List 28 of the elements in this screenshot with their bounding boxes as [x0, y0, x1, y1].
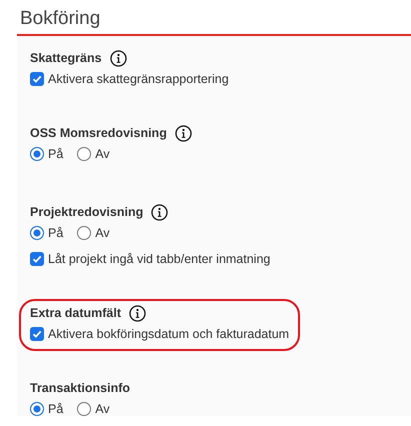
radio-label: Av	[95, 147, 110, 161]
section-heading: Transaktionsinfo	[30, 381, 130, 395]
radio-button[interactable]	[77, 147, 92, 161]
info-icon[interactable]	[110, 50, 127, 66]
section-heading: Projektredovisning	[30, 205, 144, 219]
radio-label: Av	[95, 402, 110, 416]
section-heading: Skattegräns	[30, 51, 102, 65]
radio-button[interactable]	[77, 226, 92, 240]
section-heading: Extra datumfält	[30, 306, 121, 320]
checkbox[interactable]	[30, 72, 44, 86]
radio-label: Av	[95, 226, 110, 240]
radio-label: På	[48, 402, 64, 416]
radio-label: På	[48, 147, 64, 161]
radio-label: På	[48, 226, 64, 240]
checkbox[interactable]	[30, 327, 44, 341]
page-title: Bokföring	[19, 7, 100, 31]
checkbox-label: Aktivera skattegränsrapportering	[48, 72, 229, 86]
info-icon[interactable]	[151, 204, 168, 220]
checkbox[interactable]	[30, 252, 44, 266]
info-icon[interactable]	[174, 124, 192, 142]
section-heading: OSS Momsredovisning	[30, 126, 167, 140]
checkbox-label: Låt projekt ingå vid tabb/enter inmatning	[48, 252, 270, 266]
radio-button[interactable]	[30, 226, 44, 240]
checkbox-label: Aktivera bokföringsdatum och fakturadatum	[48, 327, 290, 341]
info-icon[interactable]	[129, 304, 146, 322]
radio-button[interactable]	[77, 402, 92, 416]
radio-button[interactable]	[30, 147, 44, 161]
radio-button[interactable]	[30, 402, 44, 416]
